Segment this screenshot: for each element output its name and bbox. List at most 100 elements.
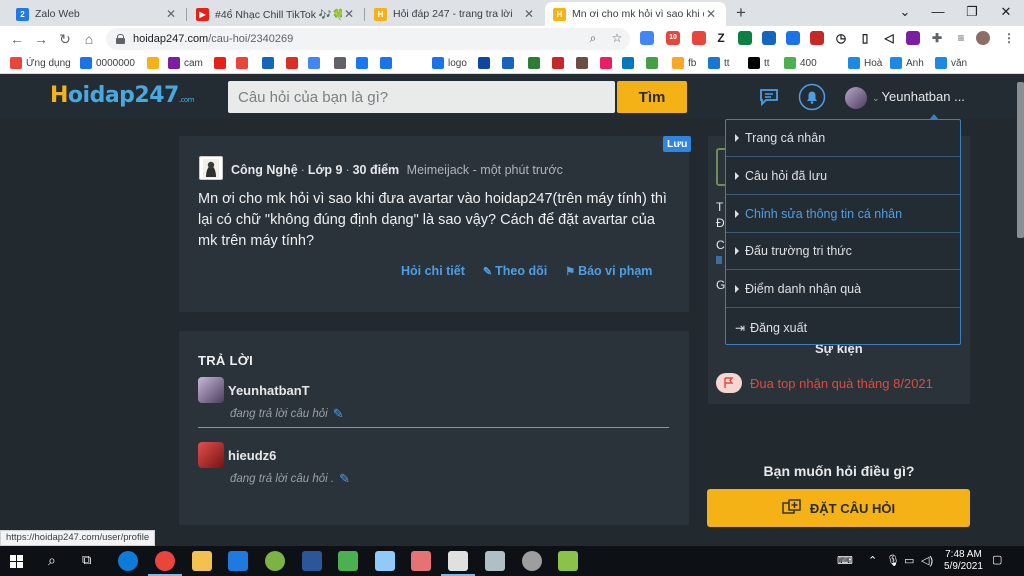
user-avatar[interactable] (845, 87, 867, 109)
task-view-icon[interactable]: ⧉ (82, 552, 91, 568)
bookmark-item[interactable]: logo (432, 55, 467, 71)
bookmark-item[interactable]: văn (935, 55, 967, 71)
follow-link[interactable]: ✎ Theo dõi (483, 264, 547, 278)
media-queue-icon[interactable]: ≡ (954, 31, 968, 45)
bookmark-item[interactable] (308, 55, 324, 71)
address-bar[interactable]: hoidap247.com/cau-hoi/2340269 (106, 28, 630, 50)
bookmark-star-icon[interactable]: ☆ (610, 31, 624, 45)
close-window-button[interactable]: ✕ (996, 3, 1016, 21)
bookmark-item[interactable]: 0000000 (80, 55, 135, 71)
app-icon[interactable] (265, 551, 285, 571)
bookmark-item[interactable] (552, 55, 568, 71)
bookmark-item[interactable] (214, 55, 230, 71)
extension-download-icon[interactable] (786, 31, 800, 45)
bookmark-item[interactable] (356, 55, 372, 71)
extension-icon[interactable]: ▯ (858, 31, 872, 45)
bookmark-item[interactable]: tt (708, 55, 730, 71)
tab-search-icon[interactable]: ⌄ (895, 3, 915, 21)
bookmark-item[interactable] (622, 55, 638, 71)
search-input[interactable] (228, 81, 615, 113)
store-icon[interactable] (228, 551, 248, 571)
answerer-name[interactable]: YeunhatbanT (228, 383, 310, 398)
bookmark-item[interactable]: fb (672, 55, 696, 71)
reload-icon[interactable]: ↻ (56, 30, 74, 48)
menu-item-saved-questions[interactable]: Câu hỏi đã lưu (726, 158, 960, 195)
app-icon[interactable] (338, 551, 358, 571)
answerer-name[interactable]: hieudz6 (228, 448, 276, 463)
app-icon[interactable] (375, 551, 395, 571)
search-icon[interactable]: ⌕ (48, 552, 56, 569)
extension-icon[interactable] (692, 31, 706, 45)
bookmark-item[interactable] (334, 55, 350, 71)
bookmark-item[interactable] (528, 55, 544, 71)
profile-avatar[interactable] (976, 31, 990, 45)
extension-z-icon[interactable]: Z (714, 31, 728, 45)
ask-question-button[interactable]: ĐẶT CÂU HỎI (707, 489, 970, 527)
question-grade[interactable]: Lớp 9 (308, 163, 343, 177)
close-tab-icon[interactable]: ✕ (342, 7, 356, 21)
extension-icon[interactable] (738, 31, 752, 45)
keyboard-icon[interactable]: ⌨ (837, 554, 853, 567)
event-item[interactable]: Đua top nhận quà tháng 8/2021 (716, 373, 933, 393)
bookmark-item[interactable] (286, 55, 302, 71)
chrome-menu-icon[interactable]: ⋮ (1002, 31, 1016, 45)
close-tab-icon[interactable]: ✕ (164, 7, 178, 21)
zoom-icon[interactable]: ⌕ (586, 31, 600, 45)
chrome-icon[interactable] (148, 551, 182, 576)
bookmark-item[interactable] (478, 55, 494, 71)
bookmark-item[interactable] (576, 55, 592, 71)
bookmark-item[interactable]: tt (748, 55, 770, 71)
windows-start-icon[interactable] (10, 555, 23, 568)
answerer-avatar[interactable] (198, 377, 224, 403)
app-icon[interactable] (441, 551, 475, 576)
bookmark-item[interactable]: Hoà (848, 55, 882, 71)
bookmark-item[interactable] (380, 55, 396, 71)
extension-audio-icon[interactable]: ◁ (882, 31, 896, 45)
notifications-icon[interactable]: ▢ (992, 553, 1002, 566)
search-button[interactable]: Tìm (617, 81, 687, 113)
bookmark-item[interactable] (147, 55, 163, 71)
volume-icon[interactable]: ◁) (921, 554, 933, 567)
app-icon[interactable] (411, 551, 431, 571)
menu-item-edit-profile[interactable]: Chỉnh sửa thông tin cá nhân (726, 196, 960, 233)
bookmark-item[interactable]: cam (168, 55, 203, 71)
maximize-button[interactable]: ❐ (962, 3, 982, 21)
bookmark-item[interactable] (236, 55, 252, 71)
file-explorer-icon[interactable] (192, 551, 212, 571)
extension-badge-icon[interactable]: 10 (666, 31, 680, 45)
extensions-puzzle-icon[interactable]: ✚ (930, 31, 944, 45)
question-subject[interactable]: Công Nghệ (231, 163, 298, 177)
tab-hoidap-home[interactable]: H Hỏi đáp 247 - trang tra lời ✕ (366, 2, 544, 26)
chat-icon[interactable] (757, 85, 781, 109)
user-name-menu[interactable]: ⌄ Yeunhatban ... (872, 89, 965, 104)
ask-detail-link[interactable]: Hỏi chi tiết (401, 264, 465, 278)
report-link[interactable]: ⚑ Báo vi phạm (565, 264, 652, 278)
close-tab-icon[interactable]: ✕ (522, 7, 536, 21)
extension-icon[interactable] (906, 31, 920, 45)
asker-avatar[interactable] (199, 156, 223, 180)
minimize-button[interactable]: — (928, 3, 948, 21)
tab-current-question[interactable]: H Mn ơi cho mk hỏi vì sao khi đưa ✕ (545, 2, 726, 26)
extension-icon[interactable] (762, 31, 776, 45)
forward-arrow-icon[interactable]: → (32, 30, 50, 48)
menu-item-profile[interactable]: Trang cá nhân (726, 120, 960, 157)
app-icon[interactable] (485, 551, 505, 571)
word-icon[interactable] (302, 551, 322, 571)
extension-translate-icon[interactable] (640, 31, 654, 45)
page-scrollbar[interactable] (1017, 82, 1024, 238)
close-tab-icon[interactable]: ✕ (704, 7, 718, 21)
microphone-icon[interactable]: 🎙 (886, 554, 900, 567)
menu-item-daily-checkin[interactable]: Điểm danh nhận quà (726, 271, 960, 308)
app-icon[interactable] (558, 551, 578, 571)
save-badge[interactable]: Lưu (663, 136, 692, 152)
bookmark-item[interactable]: Ứng dụng (10, 55, 71, 71)
bookmark-item[interactable]: Anh (890, 55, 924, 71)
hoidap247-logo[interactable]: Hoidap247.com (50, 83, 195, 108)
bookmark-item[interactable] (600, 55, 616, 71)
tab-zalo-web[interactable]: 2 Zalo Web ✕ (8, 2, 186, 26)
answerer-avatar[interactable] (198, 442, 224, 468)
show-hidden-icons[interactable]: ⌃ (868, 554, 877, 567)
clock[interactable]: 7:48 AM 5/9/2021 (944, 549, 983, 573)
bookmark-item[interactable] (646, 55, 662, 71)
extension-clock-icon[interactable]: ◷ (834, 31, 848, 45)
